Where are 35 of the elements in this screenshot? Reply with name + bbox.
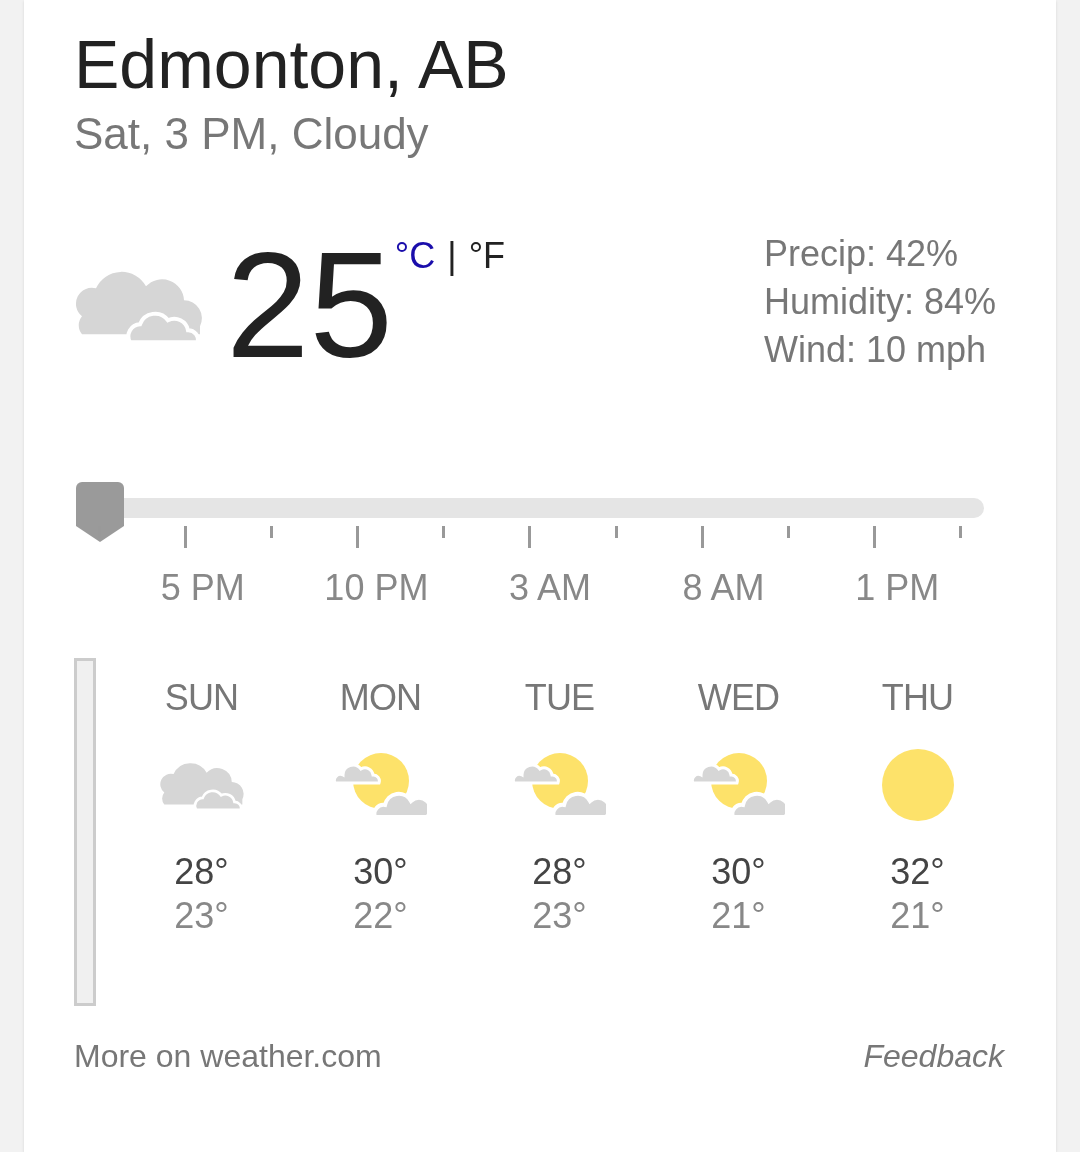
low-temperature: 21° xyxy=(711,894,766,938)
sun-cloud-icon xyxy=(692,753,785,817)
time-label: 3 AM xyxy=(507,566,592,610)
feedback-link[interactable]: Feedback xyxy=(863,1036,1004,1076)
unit-toggle[interactable]: °F xyxy=(468,236,505,276)
time-label: 1 PM xyxy=(854,566,941,610)
high-temperature: 30° xyxy=(711,850,766,894)
high-temperature: 28° xyxy=(174,850,229,894)
sun-cloud-icon xyxy=(334,753,427,817)
high-temperature: 28° xyxy=(532,850,587,894)
day-label: THU xyxy=(881,676,954,720)
day-label: TUE xyxy=(524,676,595,720)
low-temperature: 23° xyxy=(532,894,587,938)
unit-separator: | xyxy=(447,236,457,276)
time-label: 5 PM xyxy=(159,566,246,610)
sun-icon xyxy=(881,749,954,821)
low-temperature: 21° xyxy=(890,894,945,938)
unit-toggle[interactable]: °C xyxy=(394,236,436,276)
day-label: SUN xyxy=(164,676,239,720)
day-label: WED xyxy=(697,676,780,720)
location-title: Edmonton, AB xyxy=(74,25,510,104)
weather-detail: Wind: 10 mph xyxy=(763,328,987,372)
day-label: MON xyxy=(339,676,422,720)
weather-detail: Precip: 42% xyxy=(763,232,959,276)
time-label: 8 AM xyxy=(681,566,766,610)
weather-source-link[interactable]: More on weather.com xyxy=(74,1036,382,1076)
high-temperature: 32° xyxy=(890,850,945,894)
sun-cloud-icon xyxy=(513,753,606,817)
weather-summary: Sat, 3 PM, Cloudy xyxy=(74,108,430,160)
weather-detail: Humidity: 84% xyxy=(763,280,996,324)
low-temperature: 22° xyxy=(353,894,408,938)
low-temperature: 23° xyxy=(174,894,229,938)
temperature-reading: 25 xyxy=(226,230,393,391)
time-label: 10 PM xyxy=(323,566,430,610)
high-temperature: 30° xyxy=(353,850,408,894)
